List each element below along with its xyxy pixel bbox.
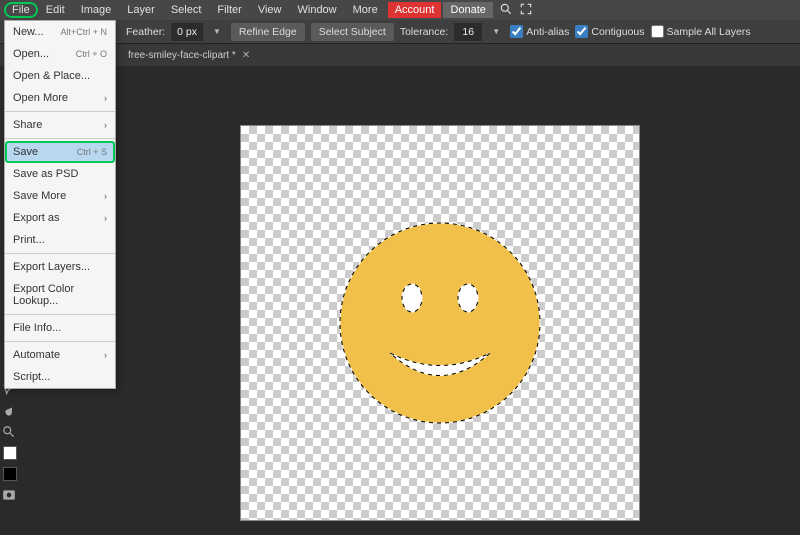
file-menu-item-export-layers[interactable]: Export Layers... [5,256,115,278]
select-subject-button[interactable]: Select Subject [311,23,394,41]
fullscreen-icon[interactable] [519,2,533,19]
menu-image[interactable]: Image [73,2,120,18]
file-menu-item-print[interactable]: Print... [5,229,115,251]
file-menu-item-script[interactable]: Script... [5,366,115,388]
menu-filter[interactable]: Filter [209,2,249,18]
background-swatch[interactable] [3,467,17,481]
document-tab-label: free-smiley-face-clipart * [128,50,236,61]
file-menu-item-open-place[interactable]: Open & Place... [5,65,115,87]
submenu-arrow-icon: › [104,93,107,103]
close-tab-icon[interactable]: ✕ [242,50,250,61]
search-icon[interactable] [499,2,513,19]
tolerance-dropdown-icon[interactable]: ▼ [488,27,504,36]
foreground-swatch[interactable] [3,446,17,460]
file-menu-item-export-as[interactable]: Export as› [5,207,115,229]
submenu-arrow-icon: › [104,191,107,201]
menu-select[interactable]: Select [163,2,210,18]
options-toolbar: Feather: 0 px ▼ Refine Edge Select Subje… [0,20,800,44]
file-menu-item-file-info[interactable]: File Info... [5,317,115,339]
tolerance-label: Tolerance: [400,26,448,38]
transparency-background [240,125,640,521]
menu-layer[interactable]: Layer [119,2,163,18]
tolerance-input[interactable]: 16 [454,23,482,41]
menu-view[interactable]: View [250,2,290,18]
feather-label: Feather: [126,26,165,38]
file-menu-item-export-color-lookup[interactable]: Export Color Lookup... [5,278,115,312]
file-dropdown-menu: New...Alt+Ctrl + NOpen...Ctrl + OOpen & … [4,20,116,389]
account-button[interactable]: Account [388,2,442,18]
file-menu-item-save-more[interactable]: Save More› [5,185,115,207]
zoom-tool-icon[interactable] [0,423,18,441]
file-menu-item-open-more[interactable]: Open More› [5,87,115,109]
antialias-checkbox[interactable]: Anti-alias [510,25,569,38]
menu-file[interactable]: File [4,2,38,18]
menubar: File Edit Image Layer Select Filter View… [0,0,800,20]
contiguous-checkbox[interactable]: Contiguous [575,25,644,38]
sample-all-layers-checkbox[interactable]: Sample All Layers [651,25,751,38]
document-tab-bar: free-smiley-face-clipart * ✕ [0,44,800,66]
submenu-arrow-icon: › [104,120,107,130]
file-menu-item-save-as-psd[interactable]: Save as PSD [5,163,115,185]
document-tab[interactable]: free-smiley-face-clipart * ✕ [120,47,258,64]
feather-input[interactable]: 0 px [171,23,203,41]
refine-edge-button[interactable]: Refine Edge [231,23,305,41]
submenu-arrow-icon: › [104,350,107,360]
file-menu-item-share[interactable]: Share› [5,114,115,136]
menu-more[interactable]: More [345,2,386,18]
file-menu-item-open[interactable]: Open...Ctrl + O [5,43,115,65]
feather-dropdown-icon[interactable]: ▼ [209,27,225,36]
smiley-image [330,213,550,433]
hand-tool-icon[interactable] [0,402,18,420]
quickmask-icon[interactable] [0,486,18,504]
file-menu-item-automate[interactable]: Automate› [5,344,115,366]
file-menu-item-new[interactable]: New...Alt+Ctrl + N [5,21,115,43]
donate-button[interactable]: Donate [443,2,492,18]
submenu-arrow-icon: › [104,213,107,223]
menu-edit[interactable]: Edit [38,2,73,18]
canvas[interactable] [240,125,640,521]
menu-window[interactable]: Window [290,2,345,18]
file-menu-item-save[interactable]: SaveCtrl + S [5,141,115,163]
